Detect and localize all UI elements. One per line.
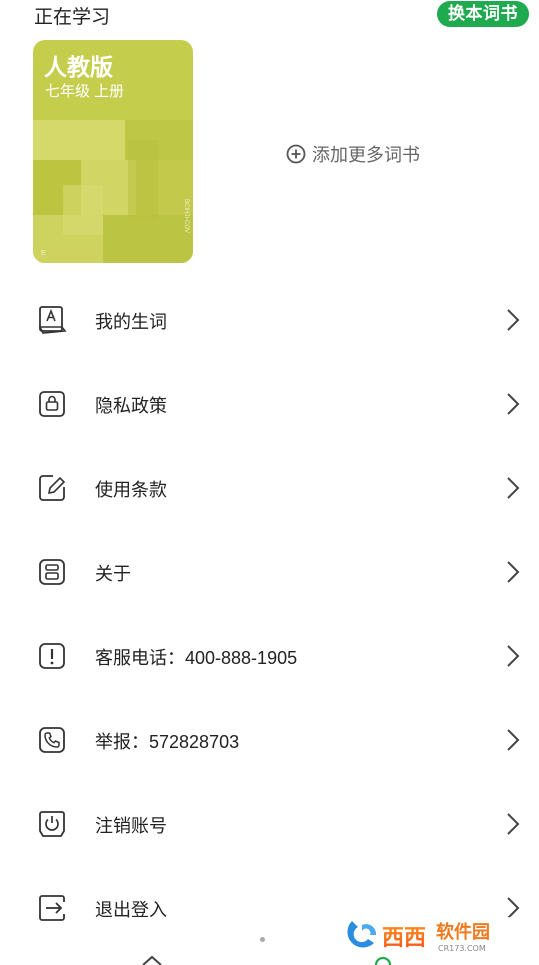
cover-pattern <box>33 120 193 263</box>
book-title: 人教版 <box>44 54 113 80</box>
phone-icon <box>39 727 65 753</box>
chevron-right-icon <box>507 561 520 583</box>
menu-item-report[interactable]: 举报：572828703 <box>0 698 539 782</box>
add-circle-icon <box>286 144 306 164</box>
chevron-right-icon <box>507 393 520 415</box>
watermark-brand: 西西 <box>382 926 426 951</box>
about-icon <box>39 559 65 585</box>
chevron-right-icon <box>507 477 520 499</box>
vocabulary-book-icon <box>38 306 67 334</box>
top-bar: 正在学习 换本词书 <box>0 0 539 32</box>
alert-icon <box>39 643 65 669</box>
edit-note-icon <box>39 475 66 501</box>
add-more-books-button[interactable]: 添加更多词书 <box>286 141 420 167</box>
book-tag: E <box>41 250 46 257</box>
menu-label: 举报：572828703 <box>95 732 240 752</box>
menu-item-my-vocabulary[interactable]: 我的生词 <box>0 278 539 362</box>
book-subtitle: 七年级 上册 <box>45 83 125 100</box>
menu-label: 注销账号 <box>95 816 167 836</box>
menu-label: 客服电话：400-888-1905 <box>95 648 298 668</box>
chevron-right-icon <box>507 729 520 751</box>
chevron-right-icon <box>507 645 520 667</box>
switch-book-button[interactable]: 换本词书 <box>437 1 529 27</box>
menu-label: 隐私政策 <box>95 396 167 416</box>
menu-label: 退出登入 <box>95 900 167 920</box>
menu-item-privacy-policy[interactable]: 隐私政策 <box>0 362 539 446</box>
watermark-domain: CR173.COM <box>438 944 486 953</box>
menu-item-about[interactable]: 关于 <box>0 530 539 614</box>
menu-label: 我的生词 <box>95 312 167 332</box>
add-more-books-label: 添加更多词书 <box>312 145 420 165</box>
menu-label: 关于 <box>95 564 131 584</box>
current-book-cover[interactable]: 人教版 七年级 上册 E BCIHJI-COV <box>33 40 193 263</box>
chevron-right-icon <box>507 309 520 331</box>
chevron-right-icon <box>507 813 520 835</box>
menu-label: 使用条款 <box>95 480 167 500</box>
menu-item-terms-of-use[interactable]: 使用条款 <box>0 446 539 530</box>
lock-icon <box>39 391 65 417</box>
book-side-text: BCIHJI-COV <box>183 198 189 233</box>
section-title: 正在学习 <box>34 7 111 28</box>
settings-menu: 我的生词 隐私政策 使用条款 关于 客服电话：400-888-1905 举报：5… <box>0 278 539 950</box>
power-icon <box>39 811 65 837</box>
watermark-brand2: 软件园 <box>436 921 490 943</box>
logout-icon <box>39 895 65 921</box>
menu-item-delete-account[interactable]: 注销账号 <box>0 782 539 866</box>
page-indicator-dot <box>260 937 265 942</box>
menu-item-customer-service[interactable]: 客服电话：400-888-1905 <box>0 614 539 698</box>
home-icon[interactable] <box>142 955 162 965</box>
watermark-logo: 西西 软件园 CR173.COM <box>338 917 530 955</box>
